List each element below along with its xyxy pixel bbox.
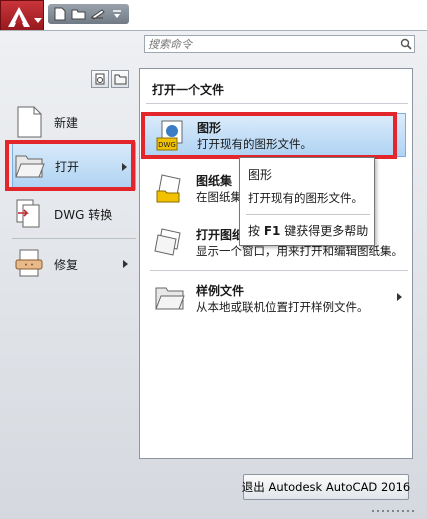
tooltip: 图形 打开现有的图形文件。 按 F1 键获得更多帮助 [239, 157, 375, 246]
item-description: 打开现有的图形文件。 [197, 137, 312, 151]
divider [146, 103, 408, 104]
sample-files-item[interactable]: 样例文件 从本地或联机位置打开样例文件。 [144, 277, 406, 321]
item-title: 样例文件 [196, 284, 245, 298]
sheetset-manager-icon [154, 227, 186, 259]
menu-item-label: 新建 [54, 115, 79, 130]
dwg-file-icon: DWG [155, 120, 187, 152]
panel-title: 打开一个文件 [152, 83, 225, 97]
menu-item-new[interactable]: 新建 [12, 98, 136, 146]
item-title: 打开图纸 [196, 228, 245, 242]
new-file-icon[interactable] [52, 6, 68, 22]
open-file-icon[interactable] [71, 6, 87, 22]
search-input[interactable] [145, 36, 395, 52]
sample-folder-icon [154, 283, 186, 315]
open-submenu-panel: 打开一个文件 DWG 图形 打开现有的图形文件。 图纸集 在图纸集 打开图纸 显… [139, 68, 413, 459]
divider [12, 238, 136, 239]
help-key: F1 [263, 224, 281, 238]
menu-item-dwg-convert[interactable]: DWG 转换 [12, 190, 136, 238]
open-documents-icon[interactable] [111, 70, 129, 88]
divider [150, 270, 408, 271]
new-document-icon [12, 105, 46, 139]
submenu-arrow-icon [123, 260, 128, 268]
search-icon[interactable] [400, 38, 412, 53]
sheetset-open-icon [154, 173, 186, 205]
item-title: 图纸集 [196, 174, 233, 188]
item-description: 在图纸集 [196, 190, 242, 204]
exit-button[interactable]: 退出 Autodesk AutoCAD 2016 [242, 474, 410, 500]
submenu-arrow-icon [397, 293, 402, 301]
recent-documents-icon[interactable] [91, 70, 109, 88]
item-description: 从本地或联机位置打开样例文件。 [196, 300, 369, 314]
submenu-arrow-icon [122, 163, 127, 171]
menu-item-repair[interactable]: 修复 [12, 240, 136, 288]
tooltip-title: 图形 [248, 168, 273, 182]
menu-item-label: 修复 [54, 257, 79, 272]
save-file-icon[interactable] [90, 6, 106, 22]
menu-item-open[interactable]: 打开 [12, 142, 136, 190]
menu-item-label: 打开 [55, 159, 80, 174]
resize-grip[interactable] [372, 510, 414, 512]
chevron-down-icon [34, 18, 42, 23]
open-folder-icon [13, 149, 47, 183]
svg-text:DWG: DWG [158, 141, 176, 149]
menu-item-label: DWG 转换 [54, 207, 113, 222]
open-drawing-item[interactable]: DWG 图形 打开现有的图形文件。 [144, 113, 406, 157]
tooltip-help: 按 F1 键获得更多帮助 [248, 224, 369, 238]
repair-icon [12, 247, 46, 281]
quick-access-toolbar [48, 4, 129, 24]
dwg-convert-icon [12, 197, 46, 231]
item-title: 图形 [197, 121, 222, 135]
search-box[interactable] [144, 35, 415, 53]
tooltip-description: 打开现有的图形文件。 [248, 191, 363, 205]
divider [246, 214, 370, 215]
recent-open-toggle [91, 70, 129, 88]
autocad-logo-icon [7, 6, 31, 31]
qat-dropdown-icon[interactable] [109, 6, 125, 22]
